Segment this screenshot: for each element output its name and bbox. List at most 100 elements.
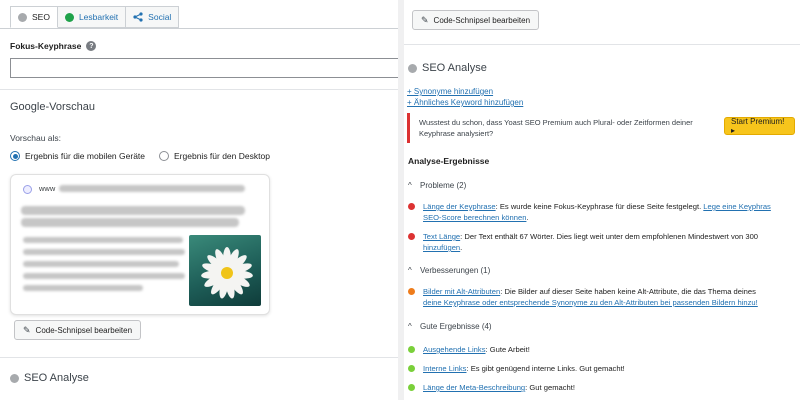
- divider: [0, 357, 398, 358]
- problems-toggle[interactable]: ^ Probleme (2): [408, 181, 466, 190]
- result-link[interactable]: Länge der Keyphrase: [423, 202, 496, 211]
- chevron-up-icon: ^: [408, 266, 412, 275]
- list-item: Bilder mit Alt-Attributen: Die Bilder au…: [408, 286, 800, 308]
- score-dot-icon: [408, 63, 417, 73]
- help-icon[interactable]: ?: [86, 41, 97, 51]
- google-snippet-preview[interactable]: www: [10, 174, 270, 315]
- score-dot-icon: [18, 12, 27, 22]
- blurred-title-line: [21, 218, 239, 227]
- tab-underline: [0, 28, 398, 29]
- result-text: .: [526, 213, 529, 222]
- focus-keyphrase-label: Fokus-Keyphrase ?: [10, 41, 97, 51]
- right-panel: ✎ Code-Schnipsel bearbeiten SEO Analyse …: [404, 0, 800, 400]
- preview-as-label: Vorschau als:: [10, 133, 62, 143]
- bullet-red-icon: [408, 203, 415, 210]
- radio-mobile[interactable]: Ergebnis für die mobilen Geräte: [10, 151, 145, 161]
- item-line: Ausgehende Links: Gute Arbeit!: [423, 344, 530, 355]
- result-link[interactable]: Ausgehende Links: [423, 345, 486, 354]
- item-line-2: hinzufügen.: [423, 242, 462, 253]
- radio-desktop-button[interactable]: [159, 151, 170, 161]
- tab-social[interactable]: Social: [126, 6, 180, 28]
- result-link[interactable]: Lege eine Keyphras: [703, 202, 771, 211]
- seo-analysis-header-right[interactable]: SEO Analyse: [408, 62, 487, 74]
- item-line-2: deine Keyphrase oder entsprechende Synon…: [423, 297, 758, 308]
- good-results-toggle[interactable]: ^ Gute Ergebnisse (4): [408, 322, 492, 331]
- improvements-title: Verbesserungen (1): [420, 266, 491, 275]
- result-link[interactable]: hinzufügen: [423, 243, 460, 252]
- result-link[interactable]: Interne Links: [423, 364, 466, 373]
- item-line: Länge der Keyphrase: Es wurde keine Foku…: [423, 201, 771, 212]
- premium-notice-text: Wusstest du schon, dass Yoast SEO Premiu…: [419, 118, 693, 138]
- left-panel: SEO Lesbarkeit Social Fokus-Keyphrase ? …: [0, 0, 398, 400]
- share-icon: [133, 12, 143, 22]
- radio-desktop[interactable]: Ergebnis für den Desktop: [159, 151, 270, 161]
- item-line: Länge der Meta-Beschreibung: Gut gemacht…: [423, 382, 575, 393]
- tab-seo[interactable]: SEO: [10, 6, 58, 28]
- tab-readability-label: Lesbarkeit: [78, 12, 119, 22]
- edit-snippet-label: Code-Schnipsel bearbeiten: [35, 325, 133, 335]
- radio-mobile-button[interactable]: [10, 151, 20, 161]
- result-link[interactable]: deine Keyphrase oder entsprechende Synon…: [423, 298, 758, 307]
- tab-readability[interactable]: Lesbarkeit: [57, 6, 127, 28]
- divider: [404, 44, 800, 45]
- bullet-green-icon: [408, 346, 415, 353]
- divider: [0, 89, 398, 90]
- blurred-title-line: [21, 206, 245, 215]
- bullet-green-icon: [408, 384, 415, 391]
- result-link[interactable]: Text Länge: [423, 232, 460, 241]
- blurred-description-line: [23, 249, 185, 255]
- radio-mobile-label: Ergebnis für die mobilen Geräte: [25, 151, 146, 161]
- good-results-title: Gute Ergebnisse (4): [420, 322, 492, 331]
- tab-seo-label: SEO: [32, 12, 50, 22]
- favicon-icon: [23, 185, 32, 194]
- result-text: : Der Text enthält 67 Wörter. Dies liegt…: [460, 232, 759, 241]
- result-text: : Gut gemacht!: [525, 383, 575, 392]
- result-link[interactable]: Bilder mit Alt-Attributen: [423, 287, 500, 296]
- seo-analysis-header-left[interactable]: SEO Analyse: [10, 372, 89, 384]
- result-text: : Es wurde keine Fokus-Keyphrase für die…: [495, 202, 704, 211]
- smiley-icon: [64, 12, 74, 22]
- add-related-keyword-link[interactable]: + Ähnliches Keyword hinzufügen: [407, 98, 523, 107]
- blurred-url: [59, 185, 245, 192]
- list-item: Länge der Keyphrase: Es wurde keine Foku…: [408, 201, 800, 223]
- bullet-orange-icon: [408, 288, 415, 295]
- edit-snippet-button-left[interactable]: ✎ Code-Schnipsel bearbeiten: [14, 320, 142, 340]
- result-link[interactable]: Länge der Meta-Beschreibung: [423, 383, 525, 392]
- chevron-up-icon: ^: [408, 322, 412, 331]
- add-synonyms-link[interactable]: + Synonyme hinzufügen: [407, 87, 493, 96]
- google-preview-title: Google-Vorschau: [10, 101, 95, 113]
- result-link[interactable]: SEO-Score berechnen können: [423, 213, 526, 222]
- edit-snippet-button-right[interactable]: ✎ Code-Schnipsel bearbeiten: [412, 10, 540, 30]
- problems-title: Probleme (2): [420, 181, 467, 190]
- result-text: : Gute Arbeit!: [485, 345, 530, 354]
- daisy-image: [189, 235, 261, 306]
- result-text: : Die Bilder auf dieser Seite haben kein…: [500, 287, 756, 296]
- blurred-description-line: [23, 285, 143, 291]
- tab-social-label: Social: [148, 12, 172, 22]
- metabox-tabs: SEO Lesbarkeit Social: [10, 6, 180, 28]
- improvements-toggle[interactable]: ^ Verbesserungen (1): [408, 266, 490, 275]
- item-line: Interne Links: Es gibt genügend interne …: [423, 363, 625, 374]
- focus-keyphrase-text: Fokus-Keyphrase: [10, 41, 82, 51]
- edit-snippet-label: Code-Schnipsel bearbeiten: [433, 15, 531, 25]
- result-text: .: [460, 243, 463, 252]
- item-line-2: SEO-Score berechnen können.: [423, 212, 529, 223]
- pencil-icon: ✎: [421, 14, 429, 25]
- serp-url: www: [39, 184, 56, 193]
- focus-keyphrase-input[interactable]: [10, 58, 398, 78]
- analysis-results-title: Analyse-Ergebnisse: [408, 156, 490, 166]
- daisy-flower-icon: [201, 247, 253, 299]
- preview-mode-options: Ergebnis für die mobilen Geräte Ergebnis…: [10, 151, 284, 161]
- item-line: Text Länge: Der Text enthält 67 Wörter. …: [423, 231, 758, 242]
- result-text: : Es gibt genügend interne Links. Gut ge…: [466, 364, 625, 373]
- seo-analysis-title: SEO Analyse: [24, 372, 89, 384]
- seo-analysis-title: SEO Analyse: [422, 62, 487, 74]
- item-line: Bilder mit Alt-Attributen: Die Bilder au…: [423, 286, 756, 297]
- bullet-green-icon: [408, 365, 415, 372]
- blurred-description-line: [23, 273, 185, 279]
- list-item: Länge der Meta-Beschreibung: Gut gemacht…: [408, 382, 800, 393]
- start-premium-button[interactable]: Start Premium! ▸: [724, 117, 795, 135]
- chevron-up-icon: ^: [408, 181, 412, 190]
- blurred-description-line: [23, 261, 179, 267]
- score-dot-icon: [10, 373, 19, 383]
